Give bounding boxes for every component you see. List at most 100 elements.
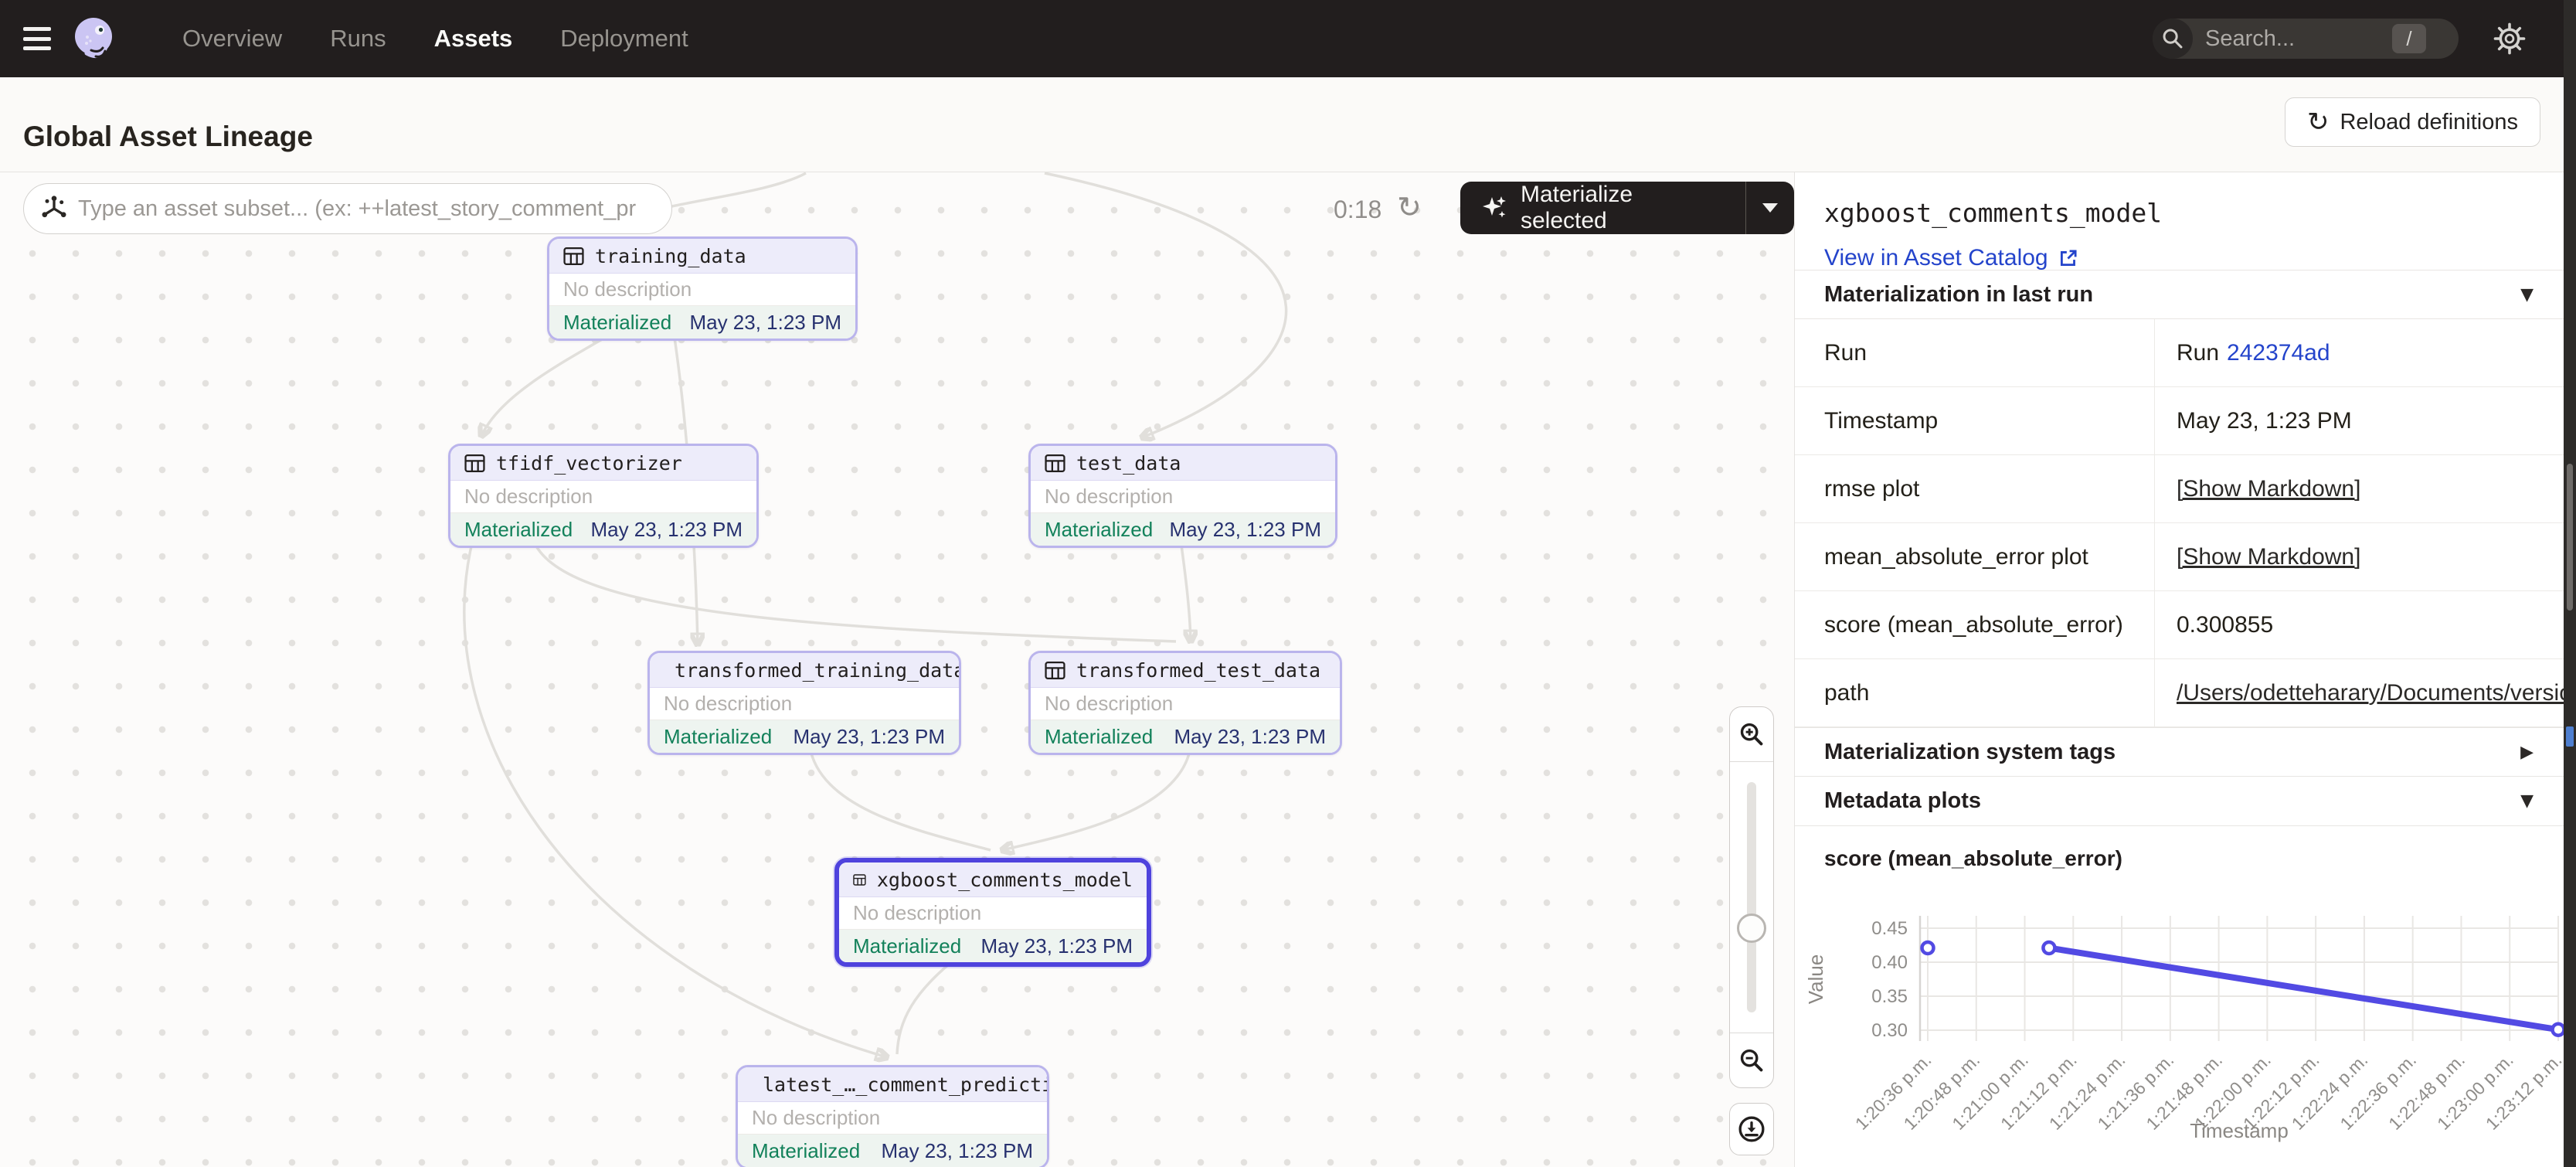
table-icon	[1045, 660, 1065, 681]
zoom-in-button[interactable]	[1730, 707, 1773, 762]
asset-description: No description	[450, 481, 756, 513]
search-input[interactable]: Search... /	[2153, 19, 2459, 59]
page-title: Global Asset Lineage	[23, 121, 313, 153]
chevron-down-icon	[1762, 203, 1778, 213]
asset-node-xgboost-comments-model[interactable]: xgboost_comments_model No description Ma…	[834, 858, 1151, 967]
asset-name: latest_…_comment_predictions	[763, 1073, 1049, 1096]
scrollbar-thumb[interactable]	[2567, 464, 2573, 611]
metadata-row-score: score (mean_absolute_error) 0.300855	[1795, 591, 2564, 659]
materialize-split-button: Materialize selected	[1460, 182, 1794, 234]
svg-text:0.30: 0.30	[1871, 1020, 1908, 1041]
asset-name: xgboost_comments_model	[877, 869, 1133, 891]
dagster-logo[interactable]	[68, 13, 119, 64]
section-materialization-in-last-run[interactable]: Materialization in last run ▼	[1795, 270, 2564, 319]
materialized-timestamp: May 23, 1:23 PM	[881, 1139, 1033, 1163]
asset-name: transformed_training_data	[675, 659, 961, 682]
svg-text:0.45: 0.45	[1871, 918, 1908, 939]
asset-name: test_data	[1076, 452, 1181, 475]
asset-node-tfidf-vectorizer[interactable]: tfidf_vectorizer No description Material…	[448, 444, 759, 548]
search-icon	[2153, 19, 2193, 59]
search-shortcut-badge: /	[2392, 24, 2426, 53]
refresh-icon[interactable]: ↻	[1397, 190, 1422, 224]
recenter-view-button[interactable]	[1729, 1103, 1774, 1155]
recenter-icon	[1737, 1114, 1766, 1144]
view-in-asset-catalog-link[interactable]: View in Asset Catalog	[1824, 245, 2079, 271]
materialized-timestamp: May 23, 1:23 PM	[793, 725, 945, 749]
asset-description: No description	[650, 688, 959, 720]
status-badge: Materialized	[464, 518, 573, 542]
panel-asset-title: xgboost_comments_model	[1824, 198, 2537, 228]
zoom-slider-knob[interactable]	[1737, 914, 1766, 943]
menu-icon[interactable]	[23, 27, 51, 50]
materialized-timestamp: May 23, 1:23 PM	[1174, 725, 1326, 749]
dagster-logo-icon	[68, 13, 119, 64]
svg-text:0.40: 0.40	[1871, 952, 1908, 973]
status-badge: Materialized	[752, 1139, 860, 1163]
metadata-row-path: path /Users/odetteharary/Documents/versi…	[1795, 659, 2564, 727]
edge-strip-mark	[2566, 726, 2574, 747]
table-icon	[853, 869, 866, 890]
tab-assets[interactable]: Assets	[434, 25, 513, 53]
zoom-in-icon	[1738, 721, 1765, 747]
score-line-chart: 0.450.400.350.301:20:36 p.m.1:20:48 p.m.…	[1795, 881, 2564, 1153]
section-metadata-plots[interactable]: Metadata plots ▼	[1795, 777, 2564, 826]
show-markdown-link[interactable]: [Show Markdown]	[2177, 544, 2360, 570]
external-link-icon	[2058, 247, 2079, 269]
zoom-controls	[1729, 706, 1774, 1088]
top-nav: Overview Runs Assets Deployment Search..…	[0, 0, 2576, 77]
materialized-timestamp: May 23, 1:23 PM	[980, 934, 1133, 958]
settings-gear-icon[interactable]	[2493, 22, 2527, 56]
refresh-timer: 0:18	[1334, 196, 1381, 224]
asset-subset-filter-input[interactable]	[23, 183, 672, 234]
asset-node-training-data[interactable]: training_data No description Materialize…	[547, 236, 858, 341]
chevron-down-icon: ▼	[2520, 285, 2534, 305]
metadata-plot-title: score (mean_absolute_error)	[1795, 826, 2564, 871]
status-badge: Materialized	[1045, 518, 1153, 542]
metadata-row-mae-plot: mean_absolute_error plot [Show Markdown]	[1795, 523, 2564, 591]
asset-name: training_data	[595, 245, 746, 267]
status-badge: Materialized	[563, 311, 671, 335]
asset-description: No description	[1031, 481, 1335, 513]
status-badge: Materialized	[853, 934, 961, 958]
metadata-row-rmse-plot: rmse plot [Show Markdown]	[1795, 455, 2564, 523]
zoom-slider-track[interactable]	[1747, 782, 1756, 1012]
table-icon	[563, 246, 584, 267]
materialize-dropdown-button[interactable]	[1746, 182, 1794, 234]
asset-selector-icon	[40, 195, 68, 223]
path-link[interactable]: /Users/odetteharary/Documents/version	[2177, 680, 2564, 706]
materialize-selected-button[interactable]: Materialize selected	[1460, 182, 1745, 234]
asset-description: No description	[1031, 688, 1340, 720]
table-icon	[1045, 453, 1065, 474]
nav-tabs: Overview Runs Assets Deployment	[182, 25, 688, 53]
chevron-right-icon: ▶	[2520, 743, 2534, 762]
zoom-out-button[interactable]	[1730, 1033, 1773, 1087]
asset-name: tfidf_vectorizer	[496, 452, 682, 475]
asset-description: No description	[738, 1102, 1047, 1135]
asset-details-panel: xgboost_comments_model View in Asset Cat…	[1794, 172, 2564, 1167]
tab-deployment[interactable]: Deployment	[560, 25, 688, 53]
status-badge: Materialized	[664, 725, 772, 749]
asset-node-transformed-test-data[interactable]: transformed_test_data No description Mat…	[1028, 651, 1342, 755]
asset-lineage-graph[interactable]: 0:18 ↻ Materialize selected training_dat…	[0, 172, 1794, 1167]
asset-name: transformed_test_data	[1076, 659, 1320, 682]
section-materialization-system-tags[interactable]: Materialization system tags ▶	[1795, 727, 2564, 777]
asset-node-test-data[interactable]: test_data No description MaterializedMay…	[1028, 444, 1337, 548]
table-icon	[464, 453, 485, 474]
svg-text:0.35: 0.35	[1871, 986, 1908, 1007]
page-header: Global Asset Lineage ↻ Reload definition…	[0, 77, 2564, 172]
asset-node-latest-comment-predictions[interactable]: latest_…_comment_predictions No descript…	[736, 1065, 1049, 1167]
metadata-row-run: Run Run 242374ad	[1795, 319, 2564, 387]
search-placeholder: Search...	[2205, 26, 2295, 52]
sparkle-icon	[1480, 194, 1508, 222]
window-edge-strip	[2564, 0, 2576, 1167]
tab-runs[interactable]: Runs	[330, 25, 386, 53]
show-markdown-link[interactable]: [Show Markdown]	[2177, 476, 2360, 502]
asset-node-transformed-training-data[interactable]: transformed_training_data No description…	[647, 651, 961, 755]
svg-text:Value: Value	[1804, 954, 1827, 1005]
reload-definitions-button[interactable]: ↻ Reload definitions	[2285, 97, 2540, 147]
tab-overview[interactable]: Overview	[182, 25, 282, 53]
status-badge: Materialized	[1045, 725, 1153, 749]
reload-icon: ↻	[2307, 109, 2330, 135]
asset-description: No description	[839, 897, 1147, 930]
run-id-link[interactable]: 242374ad	[2227, 340, 2330, 366]
